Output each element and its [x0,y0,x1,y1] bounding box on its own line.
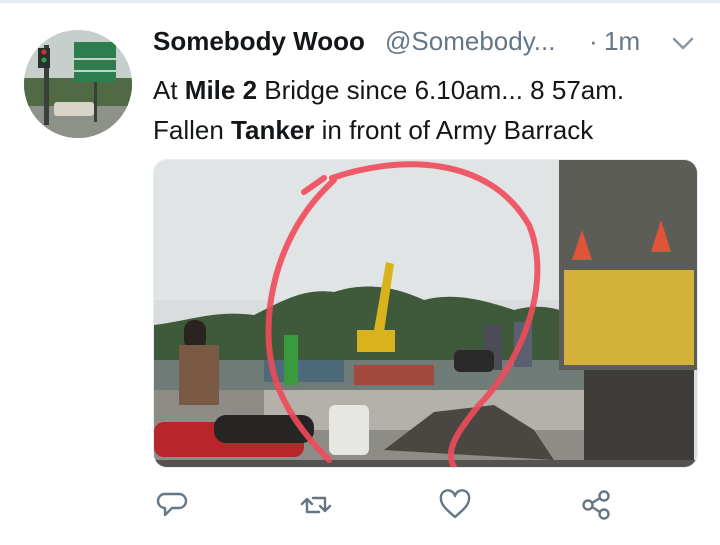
retweet-button[interactable] [296,486,336,524]
tweet-text-bold: Tanker [231,115,315,145]
separator-dot: · [589,26,598,56]
top-divider [0,0,720,3]
user-handle[interactable]: @Somebody... [385,26,555,57]
timestamp[interactable]: 1m [604,26,640,57]
tweet-text: At Mile 2 Bridge since 6.10am... 8 57am.… [153,70,713,150]
tweet-text-part: At [153,75,185,105]
heart-icon [439,489,471,519]
reply-icon [156,492,188,517]
retweet-icon [300,496,332,514]
reply-button[interactable] [152,486,192,524]
like-button[interactable] [435,486,475,524]
tweet-text-part: Bridge since 6.10am... 8 57am. [257,75,625,105]
tweet-text-bold: Mile 2 [184,75,258,105]
tweet-media-photo[interactable] [153,159,698,468]
display-name[interactable]: Somebody Wooo [153,26,365,57]
chevron-down-icon[interactable] [669,33,697,53]
avatar[interactable] [24,30,132,138]
share-icon [582,490,610,520]
tweet-text-part: Fallen [153,115,232,145]
avatar-image [24,30,132,138]
share-button[interactable] [576,486,616,524]
tweet-text-part: in front of Army Barrack [314,115,594,145]
